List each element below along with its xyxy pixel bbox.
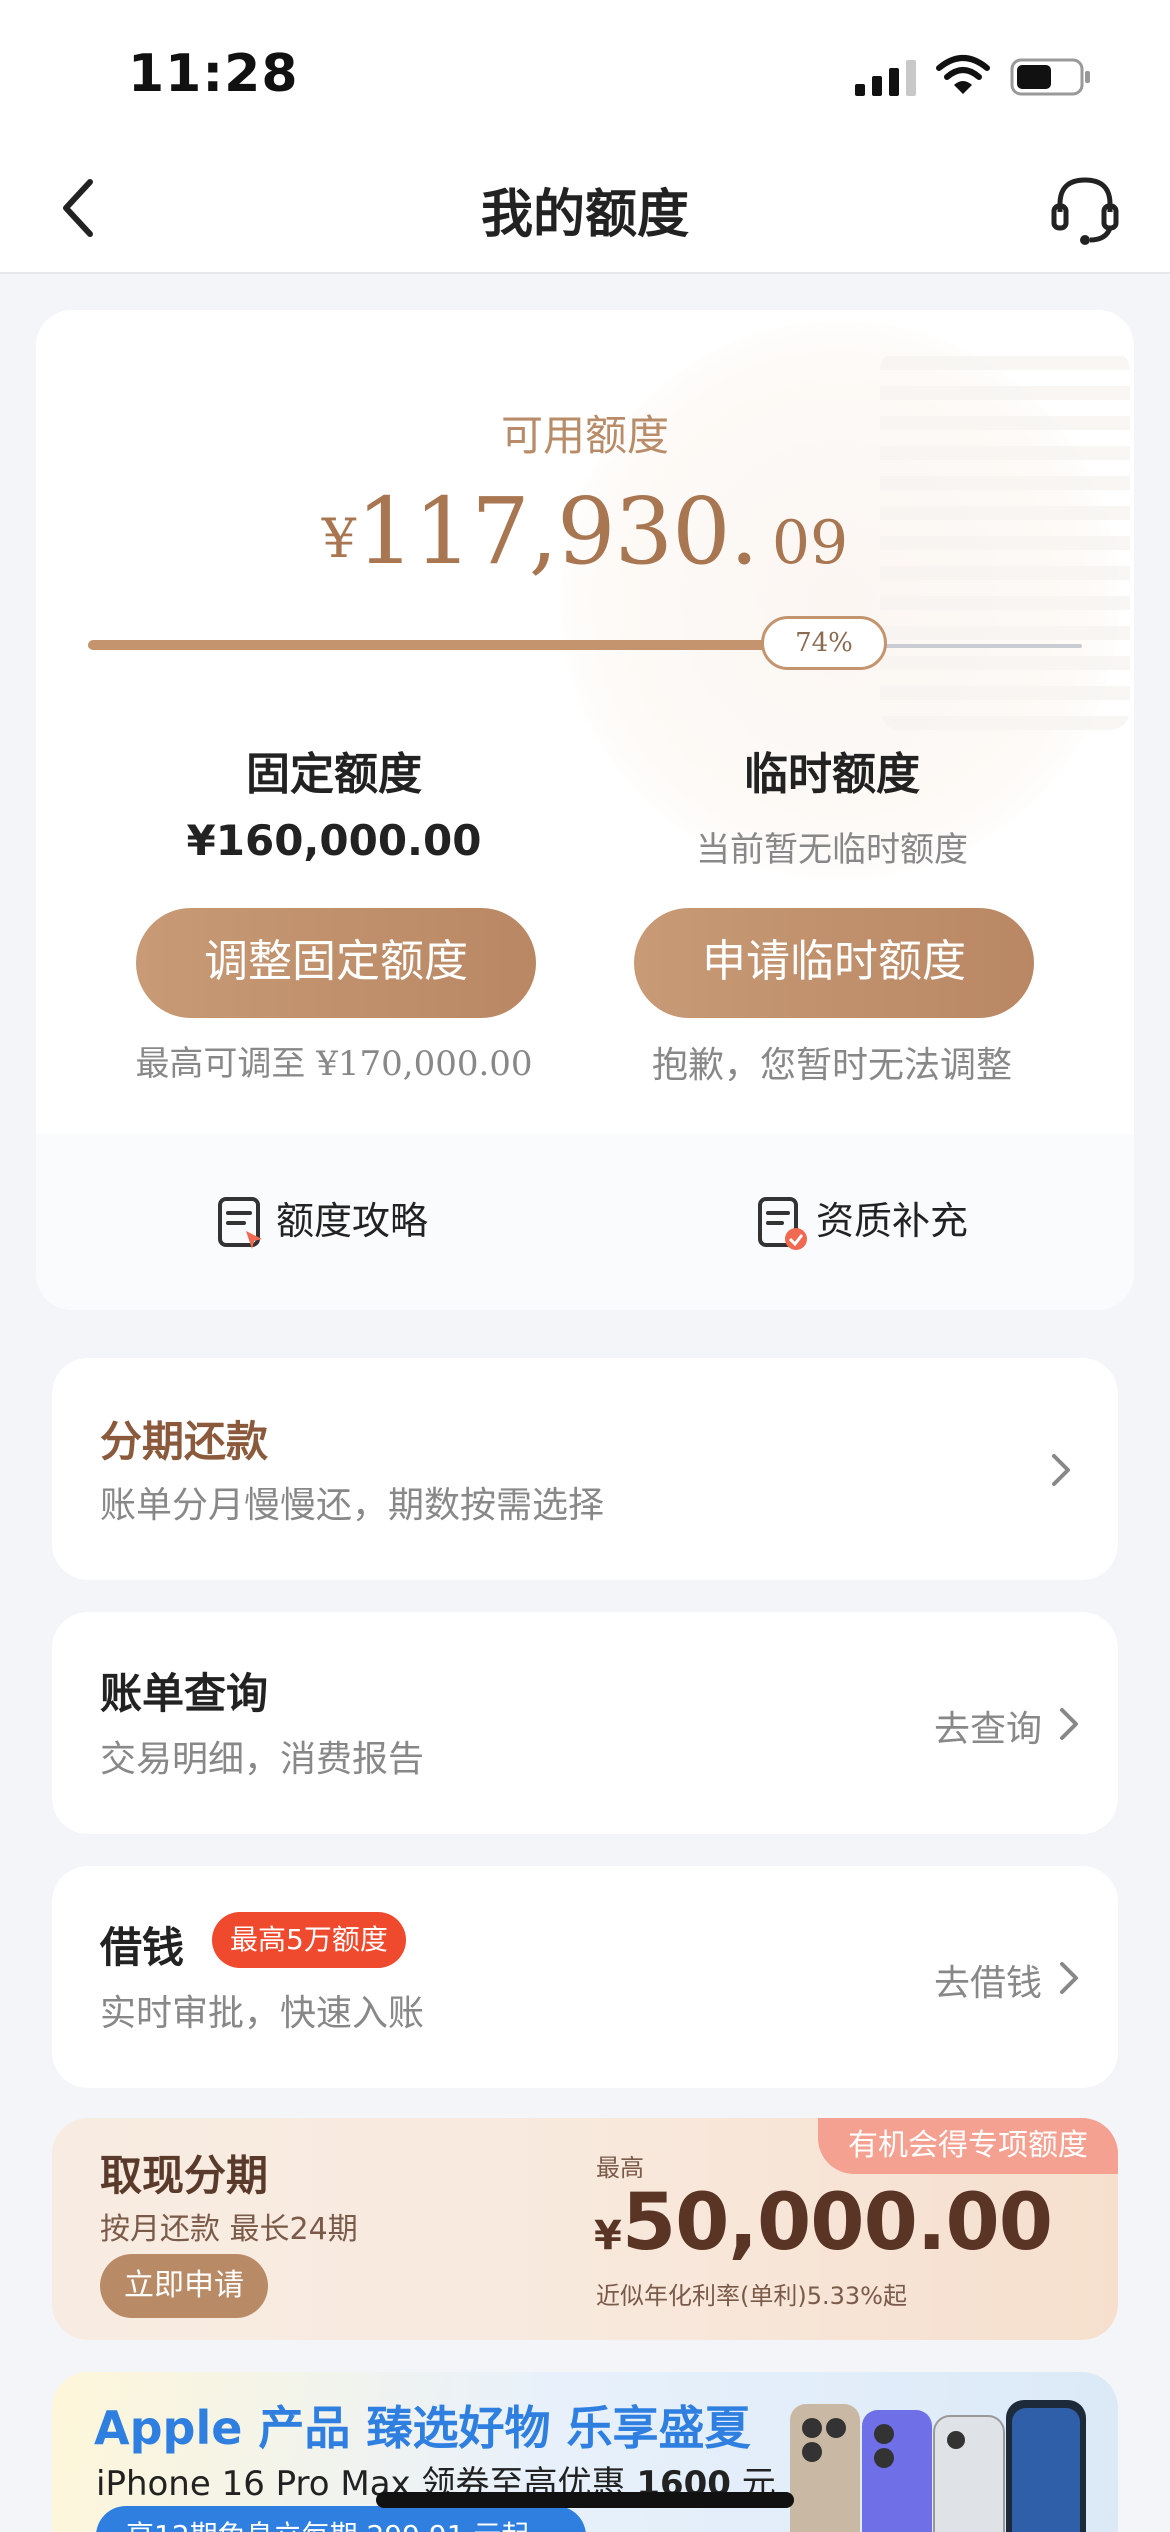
cellular-signal-icon <box>855 60 916 96</box>
iphone-products-image <box>790 2400 1086 2532</box>
apply-now-button[interactable]: 立即申请 <box>100 2254 268 2318</box>
adjust-note-prefix: 最高可调至 <box>135 1044 306 1084</box>
page-title: 我的额度 <box>480 185 689 245</box>
bill-query-title: 账单查询 <box>100 1669 269 1718</box>
fixed-credit-value: ¥160,000.00 <box>186 816 482 865</box>
interest-rate-note: 近似年化利率(单利)5.33%起 <box>596 2282 907 2310</box>
borrow-title: 借钱 <box>100 1923 185 1972</box>
adjust-fixed-credit-button[interactable]: 调整固定额度 <box>136 908 536 1018</box>
usage-fill <box>88 640 824 650</box>
status-time: 11:28 <box>128 44 299 104</box>
usage-percent-badge: 74% <box>761 616 887 670</box>
apply-temp-credit-button[interactable]: 申请临时额度 <box>634 908 1034 1018</box>
go-query-link[interactable]: 去查询 <box>934 1700 1042 1752</box>
banner-installment-pill[interactable]: 享12期免息立每期 299.91 元起 <box>96 2506 586 2532</box>
max-amount: ¥50,000.00 <box>594 2178 1053 2268</box>
home-indicator[interactable] <box>376 2492 794 2508</box>
max-amount-value: 50,000.00 <box>621 2178 1053 2268</box>
available-credit-amount: ¥117,930. 09 <box>0 478 1170 585</box>
available-decimal: 09 <box>771 508 849 578</box>
apply-temp-note: 抱歉，您暂时无法调整 <box>651 1045 1012 1086</box>
chevron-right-icon <box>1052 1454 1070 1486</box>
borrow-subtitle: 实时审批，快速入账 <box>100 1993 425 2034</box>
credit-guide-link[interactable]: 额度攻略 <box>216 1190 428 1253</box>
cash-installment-title: 取现分期 <box>100 2151 269 2200</box>
document-check-icon <box>758 1196 807 1250</box>
currency-symbol: ¥ <box>321 507 357 570</box>
adjust-note-amount: ¥170,000.00 <box>316 1044 533 1084</box>
fixed-credit-title: 固定额度 <box>246 749 422 800</box>
customer-service-headset-icon[interactable] <box>1046 170 1124 248</box>
available-credit-label: 可用额度 <box>500 411 669 460</box>
document-guide-icon <box>218 1196 262 1249</box>
available-integer: 117,930. <box>356 478 759 585</box>
installment-subtitle: 账单分月慢慢还，期数按需选择 <box>100 1485 605 1526</box>
special-credit-tag: 有机会得专项额度 <box>818 2118 1118 2174</box>
qualification-supplement-link[interactable]: 资质补充 <box>756 1190 968 1253</box>
temp-credit-value: 当前暂无临时额度 <box>696 830 968 870</box>
chevron-right-icon <box>1060 1708 1078 1740</box>
max-currency: ¥ <box>594 2213 622 2259</box>
temp-credit-title: 临时额度 <box>744 749 920 800</box>
installment-title: 分期还款 <box>100 1417 269 1466</box>
credit-guide-label: 额度攻略 <box>276 1199 429 1243</box>
installment-repayment-card[interactable] <box>52 1358 1118 1580</box>
qualification-label: 资质补充 <box>816 1199 969 1243</box>
borrow-limit-badge: 最高5万额度 <box>212 1912 406 1968</box>
adjust-limit-note: 最高可调至 ¥170,000.00 <box>84 1036 584 1085</box>
chevron-right-icon <box>1060 1962 1078 1994</box>
battery-icon <box>1010 58 1090 96</box>
banner-title: Apple 产品 臻选好物 乐享盛夏 <box>94 2401 751 2455</box>
bill-query-subtitle: 交易明细，消费报告 <box>100 1739 425 1780</box>
wifi-icon <box>936 55 990 94</box>
cash-installment-subtitle: 按月还款 最长24期 <box>100 2212 358 2247</box>
go-borrow-link[interactable]: 去借钱 <box>934 1954 1042 2006</box>
